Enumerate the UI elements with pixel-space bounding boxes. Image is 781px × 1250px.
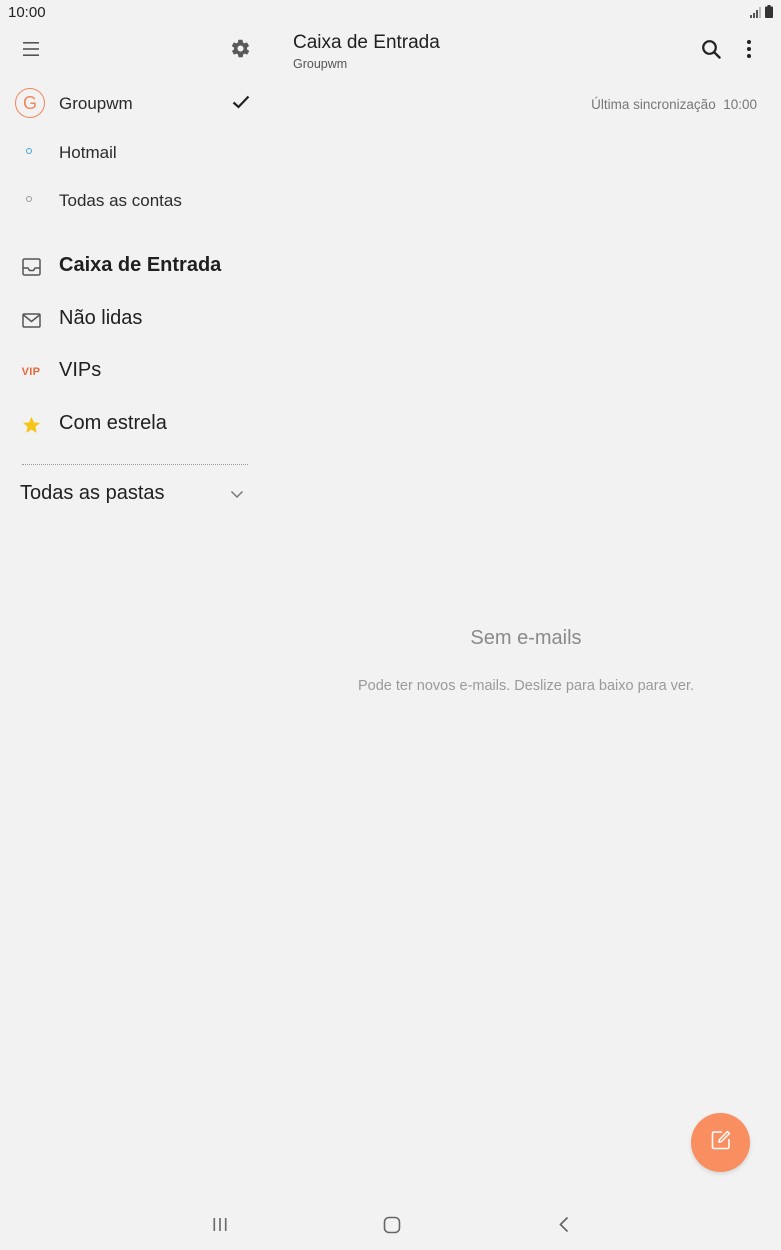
page-title: Caixa de Entrada (293, 32, 440, 53)
account-label: Hotmail (59, 143, 117, 162)
status-time: 10:00 (8, 4, 46, 21)
search-button[interactable] (697, 37, 725, 65)
chevron-down-icon (230, 486, 244, 504)
home-button[interactable] (372, 1210, 412, 1244)
signal-icon (750, 5, 762, 23)
back-button[interactable] (544, 1210, 584, 1244)
inbox-icon (20, 256, 42, 278)
gear-icon (230, 38, 251, 64)
page-subtitle: Groupwm (293, 57, 348, 71)
account-color-dot-icon (26, 148, 32, 154)
empty-state-subtitle: Pode ter novos e-mails. Deslize para bai… (357, 678, 695, 694)
folder-item-inbox[interactable]: Caixa de Entrada (0, 242, 270, 292)
folder-label: Não lidas (59, 307, 143, 329)
more-vertical-icon (746, 39, 752, 64)
folder-label: Com estrela (59, 412, 167, 434)
settings-button[interactable] (226, 37, 254, 65)
all-folders-toggle[interactable]: Todas as pastas (0, 470, 270, 516)
search-icon (701, 39, 721, 64)
compose-icon (710, 1129, 732, 1156)
compose-button[interactable] (691, 1113, 750, 1172)
account-label: Groupwm (59, 94, 133, 113)
folder-item-starred[interactable]: Com estrela (0, 400, 270, 450)
check-icon (232, 95, 250, 114)
folder-item-unread[interactable]: Não lidas (0, 295, 270, 345)
account-avatar: G (15, 88, 45, 118)
envelope-icon (20, 309, 42, 331)
account-color-dot-icon (26, 196, 32, 202)
folder-item-vips[interactable]: VIP VIPs (0, 347, 270, 397)
menu-button[interactable] (16, 38, 46, 64)
recents-button[interactable] (200, 1210, 240, 1244)
folder-label: Caixa de Entrada (59, 254, 222, 276)
menu-icon (22, 41, 40, 62)
account-item-all-accounts[interactable]: Todas as contas (0, 176, 270, 224)
account-item-groupwm[interactable]: G Groupwm (0, 80, 270, 128)
home-icon (383, 1216, 401, 1239)
battery-icon (765, 5, 773, 23)
back-icon (558, 1216, 570, 1238)
drawer-divider (22, 464, 248, 465)
folder-label: VIPs (59, 359, 102, 381)
last-sync-text: Última sincronização 10:00 (591, 97, 757, 112)
all-folders-label: Todas as pastas (20, 482, 165, 504)
recents-icon (212, 1217, 228, 1237)
empty-state-title: Sem e-mails (470, 627, 582, 649)
account-label: Todas as contas (59, 191, 182, 210)
star-icon (20, 414, 42, 436)
vip-icon: VIP (21, 366, 41, 378)
account-item-hotmail[interactable]: Hotmail (0, 128, 270, 176)
more-options-button[interactable] (737, 37, 761, 65)
status-icons (750, 5, 773, 23)
